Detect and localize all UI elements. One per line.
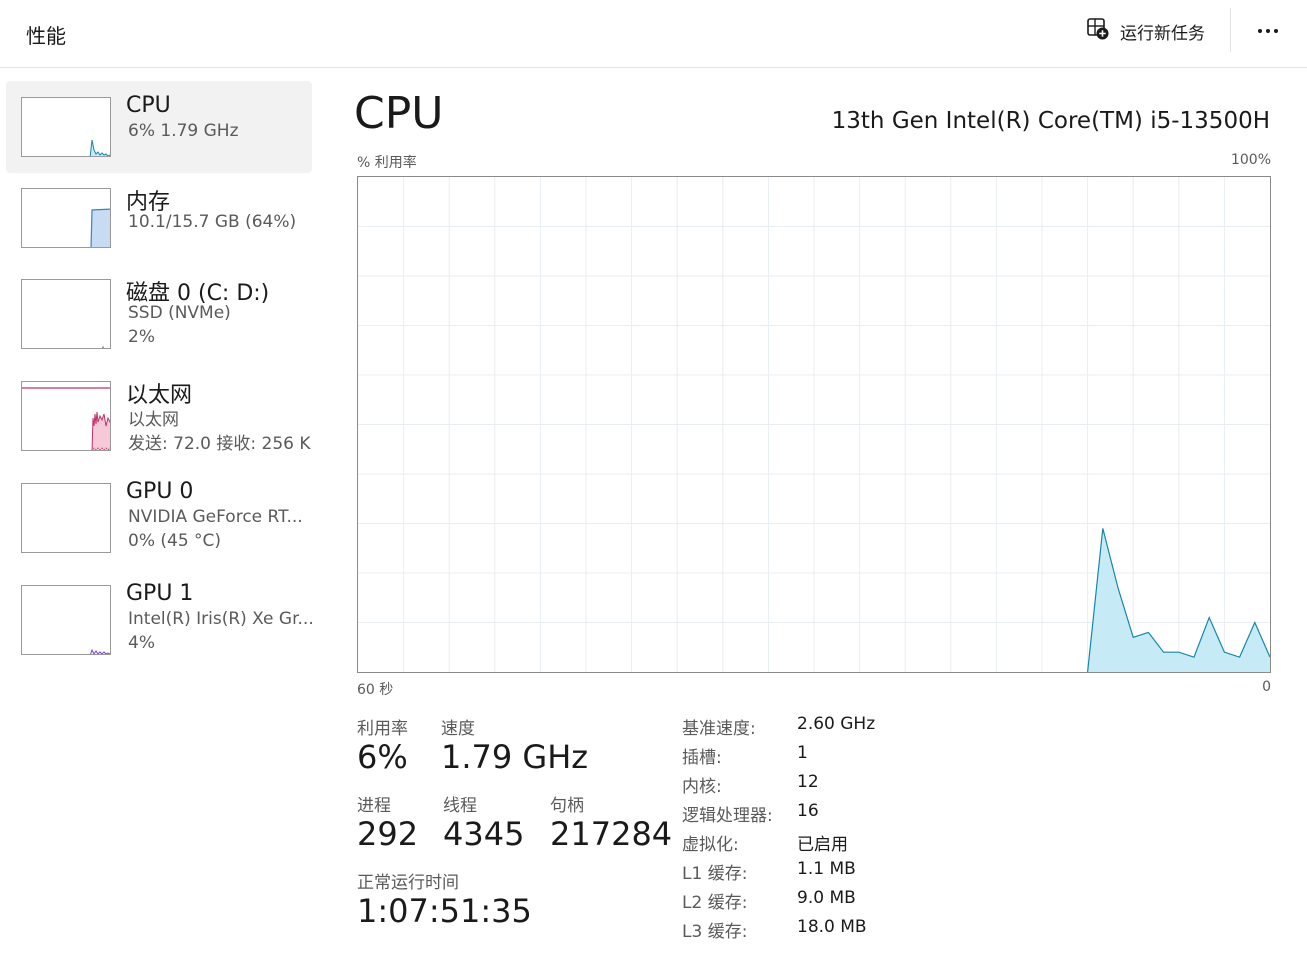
new-task-icon [1086, 17, 1110, 45]
spec-cores-label: 内核: [682, 777, 722, 797]
gpu0-thumbnail-graph [21, 483, 111, 553]
spec-virtualization-label: 虚拟化: [682, 835, 739, 855]
sidebar-item-subtitle: SSD (NVMe) [128, 303, 231, 323]
graph-y-max-label: 100% [1230, 152, 1271, 168]
cpu-graph-canvas [358, 177, 1270, 672]
handles-value: 217284 [550, 815, 673, 853]
spec-sockets-label: 插槽: [682, 748, 722, 768]
sidebar-item-subtitle: 以太网 [128, 410, 179, 430]
utilization-value: 6% [357, 738, 408, 776]
spec-l2-cache-label: L2 缓存: [682, 893, 748, 913]
handles-label: 句柄 [550, 796, 584, 816]
sidebar-item-detail: 0% (45 °C) [128, 531, 222, 551]
speed-label: 速度 [441, 719, 475, 739]
spec-l3-cache-value: 18.0 MB [797, 917, 867, 937]
sidebar-item-subtitle: 6% 1.79 GHz [128, 121, 239, 141]
threads-label: 线程 [443, 796, 477, 816]
utilization-label: 利用率 [357, 719, 408, 739]
sidebar-item-ethernet[interactable]: 以太网 以太网 发送: 72.0 接收: 256 K [6, 365, 312, 457]
sidebar-item-detail: 4% [128, 633, 155, 653]
sidebar-item-disk-0[interactable]: 磁盘 0 (C: D:) SSD (NVMe) 2% [6, 263, 312, 355]
spec-base-speed-value: 2.60 GHz [797, 714, 876, 734]
graph-y-axis-label: % 利用率 [357, 155, 417, 171]
spec-base-speed-label: 基准速度: [682, 719, 756, 739]
spec-virtualization-value: 已启用 [797, 835, 848, 855]
more-dot-icon [1258, 29, 1262, 33]
sidebar-item-subtitle: NVIDIA GeForce RT... [128, 507, 303, 527]
graph-x-right-label: 0 [1262, 679, 1271, 695]
sidebar-item-cpu[interactable]: CPU 6% 1.79 GHz [6, 81, 312, 173]
sidebar-item-title: GPU 0 [126, 479, 194, 504]
sidebar-item-detail: 发送: 72.0 接收: 256 K [128, 434, 311, 454]
sidebar-item-detail: 2% [128, 327, 155, 347]
sidebar-item-title: CPU [126, 93, 171, 118]
processes-value: 292 [357, 815, 419, 853]
cpu-model-name: 13th Gen Intel(R) Core(TM) i5-13500H [831, 108, 1270, 134]
ethernet-thumbnail-graph [21, 381, 111, 451]
spec-sockets-value: 1 [797, 743, 808, 763]
threads-value: 4345 [443, 815, 525, 853]
speed-value: 1.79 GHz [441, 738, 589, 776]
sidebar-item-subtitle: 10.1/15.7 GB (64%) [128, 212, 297, 232]
spec-logical-processors-label: 逻辑处理器: [682, 806, 773, 826]
disk-thumbnail-graph [21, 279, 111, 349]
header-bar: 性能 运行新任务 [0, 0, 1307, 68]
sidebar-item-title: GPU 1 [126, 581, 194, 606]
memory-thumbnail-graph [21, 188, 111, 248]
resource-title: CPU [354, 88, 444, 139]
sidebar-item-gpu-0[interactable]: GPU 0 NVIDIA GeForce RT... 0% (45 °C) [6, 467, 312, 559]
processes-label: 进程 [357, 796, 391, 816]
uptime-label: 正常运行时间 [357, 873, 459, 893]
spec-l1-cache-label: L1 缓存: [682, 864, 748, 884]
page-title: 性能 [26, 24, 66, 48]
cpu-utilization-graph [357, 176, 1271, 673]
graph-x-left-label: 60 秒 [357, 682, 394, 698]
gpu1-thumbnail-graph [21, 585, 111, 655]
cpu-thumbnail-graph [21, 97, 111, 157]
sidebar-item-memory[interactable]: 内存 10.1/15.7 GB (64%) [6, 172, 312, 264]
more-dot-icon [1266, 29, 1270, 33]
spec-logical-processors-value: 16 [797, 801, 819, 821]
sidebar-item-subtitle: Intel(R) Iris(R) Xe Gr... [128, 609, 314, 629]
spec-l3-cache-label: L3 缓存: [682, 922, 748, 942]
sidebar-item-gpu-1[interactable]: GPU 1 Intel(R) Iris(R) Xe Gr... 4% [6, 569, 314, 661]
header-divider [1230, 8, 1231, 52]
more-options-button[interactable] [1246, 16, 1290, 46]
uptime-value: 1:07:51:35 [357, 892, 532, 930]
spec-l1-cache-value: 1.1 MB [797, 859, 856, 879]
run-new-task-button[interactable]: 运行新任务 [1080, 14, 1211, 48]
sidebar: CPU 6% 1.79 GHz 内存 10.1/15.7 GB (64%) 磁盘… [0, 69, 330, 967]
spec-l2-cache-value: 9.0 MB [797, 888, 856, 908]
spec-cores-value: 12 [797, 772, 819, 792]
run-new-task-label: 运行新任务 [1120, 23, 1205, 44]
more-dot-icon [1274, 29, 1278, 33]
